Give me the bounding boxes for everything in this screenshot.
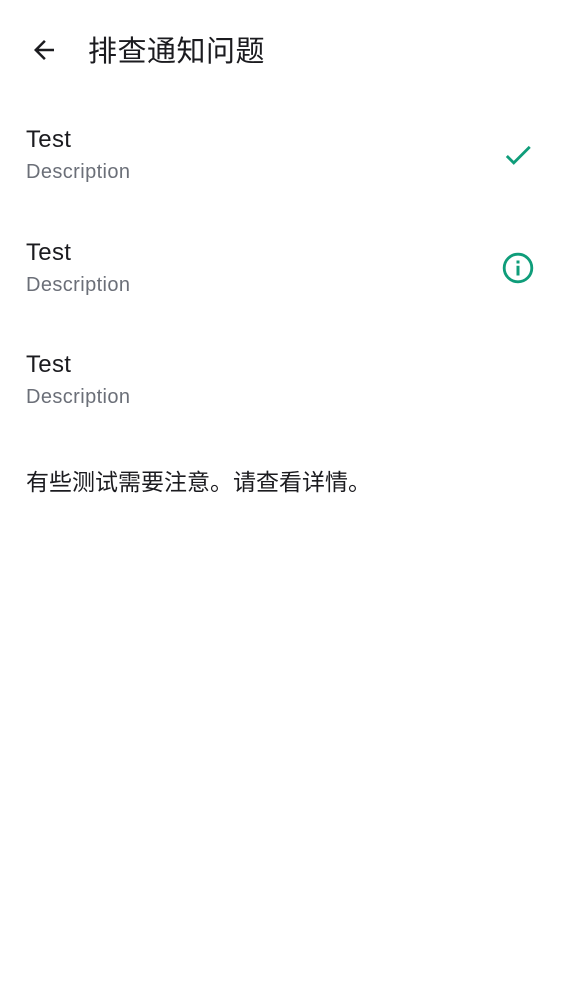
list-item[interactable]: Test Description [0, 337, 562, 450]
back-button[interactable] [20, 26, 68, 74]
test-description: Description [26, 273, 131, 296]
info-icon [502, 252, 534, 283]
status-icon-container [500, 250, 536, 286]
test-title: Test [26, 126, 72, 153]
page-title: 排查通知问题 [88, 34, 266, 68]
test-description: Description [26, 386, 131, 408]
status-icon-container [500, 137, 536, 173]
test-title: Test [26, 238, 72, 266]
test-list: Test Description Test Description Test D… [0, 112, 562, 450]
list-item[interactable]: Test Description [0, 225, 562, 338]
arrow-back-icon [34, 40, 54, 60]
list-item[interactable]: Test Description [0, 112, 562, 225]
summary-text: 有些测试需要注意。请查看详情。 [26, 470, 371, 496]
check-icon [505, 145, 531, 165]
test-title: Test [26, 351, 72, 378]
test-description: Description [26, 161, 131, 183]
top-app-bar: 排查通知问题 [0, 0, 562, 104]
